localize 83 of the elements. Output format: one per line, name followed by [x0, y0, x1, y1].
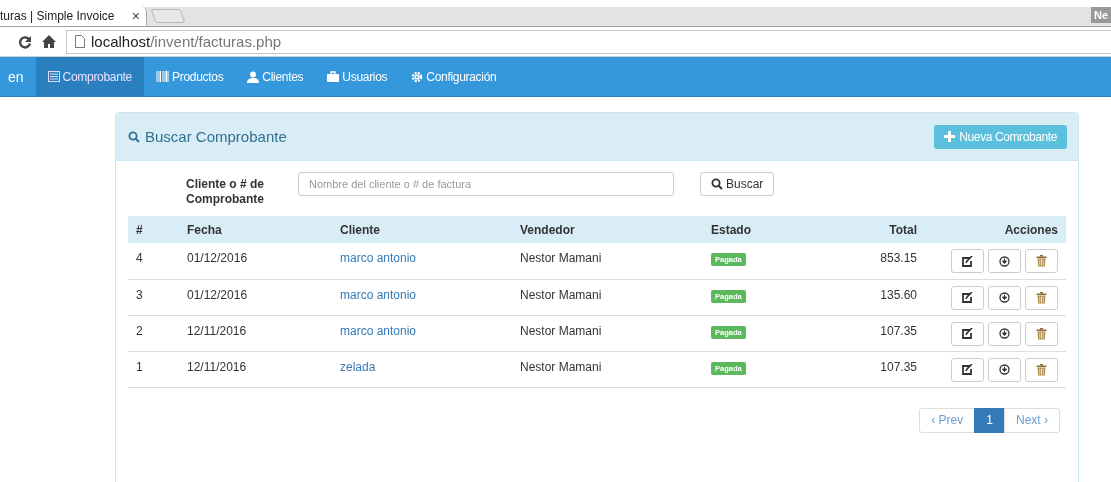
- new-invoice-button[interactable]: Nueva Comrobante: [934, 124, 1067, 149]
- table-cell: 107.35: [880, 323, 917, 338]
- browser-tab[interactable]: turas | Simple Invoice ×: [0, 6, 147, 26]
- table-cell: 4: [136, 251, 143, 265]
- trash-icon: [1036, 363, 1047, 376]
- table-cell: Nestor Mamani: [520, 359, 602, 374]
- search-field[interactable]: Nombre del cliente o # de factura: [298, 172, 674, 196]
- client-link[interactable]: marco antonio: [340, 323, 417, 338]
- brand-link[interactable]: en: [0, 57, 36, 96]
- column-header: Total: [889, 222, 917, 237]
- prev-button[interactable]: ‹ Prev: [919, 407, 976, 433]
- list-icon: [47, 71, 60, 82]
- page-icon: [75, 35, 85, 48]
- column-header: #: [136, 222, 143, 237]
- table-cell: 12/11/2016: [187, 359, 247, 374]
- nav-label: Configuración: [426, 69, 497, 84]
- edit-button[interactable]: [951, 249, 984, 273]
- plus-icon: [944, 131, 956, 142]
- client-link[interactable]: zelada: [340, 359, 376, 374]
- download-icon: [999, 292, 1010, 303]
- nav-label: Usuarios: [342, 69, 388, 84]
- edit-icon: [962, 255, 973, 267]
- panel-title: Buscar Comprobante: [145, 128, 287, 145]
- column-header: Vendedor: [520, 222, 575, 237]
- next-button[interactable]: Next ›: [1004, 407, 1060, 433]
- search-icon: [711, 178, 723, 190]
- download-button[interactable]: [988, 357, 1021, 382]
- download-button[interactable]: [988, 285, 1021, 310]
- download-icon: [999, 255, 1010, 267]
- table-cell: Nestor Mamani: [520, 323, 602, 338]
- nav-label: Productos: [172, 69, 224, 84]
- client-link[interactable]: marco antonio: [340, 251, 417, 265]
- search-label: Cliente o # de Comprobante: [186, 176, 266, 207]
- tab-title: turas | Simple Invoice: [0, 9, 115, 23]
- download-button[interactable]: [988, 321, 1021, 346]
- barcode-icon: [156, 71, 169, 82]
- table-cell: 135.60: [880, 287, 917, 302]
- nav-label: Clientes: [262, 69, 304, 84]
- download-icon: [999, 364, 1010, 375]
- nav-label: Comprobante: [62, 69, 132, 84]
- table-cell: 01/12/2016: [187, 287, 248, 302]
- column-header: Cliente: [340, 222, 380, 237]
- column-header: Fecha: [187, 222, 222, 237]
- column-header: Acciones: [1004, 222, 1058, 237]
- nav-item[interactable]: Comprobante: [35, 57, 144, 96]
- table-cell: Nestor Mamani: [520, 251, 602, 265]
- briefcase-icon: [327, 71, 340, 82]
- trash-icon: [1036, 255, 1047, 267]
- table-cell: 01/12/2016: [187, 251, 248, 265]
- client-link[interactable]: marco antonio: [340, 287, 417, 302]
- download-button[interactable]: [988, 249, 1021, 273]
- trash-icon: [1036, 327, 1047, 340]
- edit-button[interactable]: [951, 321, 984, 346]
- table-cell: 1: [136, 359, 143, 374]
- nav-item[interactable]: Productos: [144, 57, 236, 96]
- table-cell: 12/11/2016: [187, 323, 247, 338]
- edit-icon: [962, 364, 973, 375]
- search-button[interactable]: Buscar: [700, 172, 775, 196]
- gear-icon: [411, 70, 424, 83]
- address-bar[interactable]: localhost/invent/facturas.php: [66, 29, 1111, 54]
- profile-badge[interactable]: Ne: [1090, 7, 1111, 23]
- edit-button[interactable]: [951, 357, 984, 382]
- edit-icon: [962, 328, 973, 339]
- nav-item[interactable]: Configuración: [399, 57, 509, 96]
- reload-icon[interactable]: [18, 34, 32, 49]
- download-icon: [999, 328, 1010, 339]
- table-cell: 2: [136, 323, 143, 338]
- close-tab-button[interactable]: ×: [131, 8, 140, 24]
- search-icon: [128, 130, 140, 143]
- page-button[interactable]: 1: [974, 407, 1005, 433]
- user-icon: [247, 70, 260, 83]
- table-cell: 107.35: [880, 359, 917, 374]
- url-text: localhost/invent/facturas.php: [91, 33, 282, 50]
- nav-item[interactable]: Clientes: [235, 57, 316, 96]
- edit-icon: [962, 292, 973, 303]
- table-cell: 3: [136, 287, 143, 302]
- edit-button[interactable]: [951, 285, 984, 310]
- nav-item[interactable]: Usuarios: [315, 57, 400, 96]
- home-icon[interactable]: [42, 35, 56, 48]
- column-header: Estado: [711, 222, 751, 237]
- table-cell: 853.15: [880, 251, 917, 265]
- trash-icon: [1036, 291, 1047, 304]
- table-cell: Nestor Mamani: [520, 287, 602, 302]
